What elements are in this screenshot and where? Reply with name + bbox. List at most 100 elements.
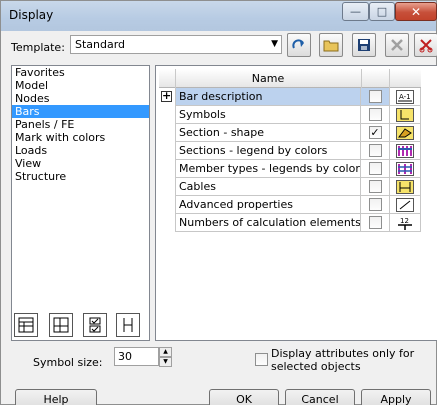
- checkbox-cell: ✓: [361, 124, 389, 142]
- cut-scissors-icon: [419, 39, 433, 53]
- cables-icon: [396, 179, 414, 194]
- checkbox-cell: [361, 142, 389, 160]
- template-value: Standard: [75, 38, 126, 51]
- cancel-button[interactable]: Cancel: [285, 389, 355, 405]
- svg-text:A-1: A-1: [399, 93, 411, 101]
- symbol-size-input[interactable]: 30: [114, 347, 159, 366]
- spin-down-icon[interactable]: ▼: [159, 357, 172, 367]
- apply-button[interactable]: Apply: [361, 389, 431, 405]
- row-label: Cables: [175, 178, 361, 196]
- icon-cell: [389, 196, 421, 214]
- category-favorites[interactable]: Favorites: [12, 66, 149, 79]
- checkbox-cell: [361, 88, 389, 106]
- checkbox-cell: [361, 160, 389, 178]
- template-dropdown[interactable]: Standard ▼: [70, 35, 282, 54]
- maximize-icon: □: [376, 5, 388, 18]
- open-folder-icon: [323, 40, 339, 52]
- redo-arrow-icon: [292, 39, 304, 49]
- expand-all-button[interactable]: [14, 313, 38, 337]
- row-checkbox[interactable]: [368, 216, 382, 229]
- row-checkbox[interactable]: [368, 198, 382, 211]
- title-bar[interactable]: Display — □ ✕: [1, 1, 437, 31]
- row-label: Sections - legend by colors: [175, 142, 361, 160]
- minimize-icon: —: [350, 5, 361, 18]
- maximize-button[interactable]: □: [369, 2, 395, 21]
- display-attrs-label: Display attributes only for selected obj…: [271, 347, 415, 373]
- close-button[interactable]: ✕: [395, 2, 437, 21]
- uncheck-all-icon: [123, 318, 133, 332]
- calc-element-numbers-icon: 12: [398, 217, 412, 230]
- checkbox-cell: [361, 106, 389, 124]
- row-checkbox[interactable]: ✓: [368, 126, 382, 139]
- redo-arrow-button[interactable]: [287, 33, 311, 57]
- cut-scissors-button[interactable]: [414, 33, 437, 57]
- icon-cell: [389, 178, 421, 196]
- help-button[interactable]: Help: [15, 389, 97, 405]
- grid-header: Name: [159, 69, 421, 88]
- display-dialog: Display — □ ✕ Template: Standard ▼ Favor…: [0, 0, 437, 405]
- collapse-all-button[interactable]: [49, 313, 73, 337]
- window-title: Display: [9, 8, 54, 22]
- icon-cell: [389, 106, 421, 124]
- symbol-size-label: Symbol size:: [33, 356, 103, 369]
- expand-all-icon: [18, 317, 34, 333]
- grid-row-section-shape[interactable]: Section - shape ✓: [159, 124, 421, 142]
- minimize-button[interactable]: —: [342, 2, 369, 21]
- category-list[interactable]: Favorites Model Nodes Bars Panels / FE M…: [11, 65, 150, 341]
- category-bars[interactable]: Bars: [12, 105, 149, 118]
- save-disk-button[interactable]: [352, 33, 376, 57]
- row-checkbox[interactable]: [368, 144, 382, 157]
- grid-row-symbols[interactable]: Symbols: [159, 106, 421, 124]
- spin-up-icon[interactable]: ▲: [159, 347, 172, 357]
- delete-x-icon: [391, 39, 403, 51]
- category-nodes[interactable]: Nodes: [12, 92, 149, 105]
- row-label: Bar description: [175, 88, 361, 106]
- row-checkbox[interactable]: [368, 90, 382, 103]
- section-shape-icon: [396, 125, 414, 140]
- grid-row-sections-legend[interactable]: Sections - legend by colors: [159, 142, 421, 160]
- icon-cell: [389, 124, 421, 142]
- grid-row-bar-description[interactable]: + Bar description A-1: [159, 88, 421, 106]
- category-panels-fe[interactable]: Panels / FE: [12, 118, 149, 131]
- grid-row-calc-element-numbers[interactable]: Numbers of calculation elements 12: [159, 214, 421, 232]
- property-grid: Name + Bar description A-1 Symbols Secti…: [155, 65, 437, 341]
- expand-plus-icon[interactable]: +: [161, 90, 172, 102]
- row-checkbox[interactable]: [368, 108, 382, 121]
- icon-cell: 12: [389, 214, 421, 232]
- check-all-icon: [89, 317, 101, 333]
- icon-cell: [389, 142, 421, 160]
- grid-row-cables[interactable]: Cables: [159, 178, 421, 196]
- open-folder-button[interactable]: [319, 33, 343, 57]
- uncheck-all-button[interactable]: [116, 313, 140, 337]
- row-label: Section - shape: [175, 124, 361, 142]
- grid-row-member-types-legend[interactable]: Member types - legends by colors: [159, 160, 421, 178]
- collapse-all-icon: [53, 317, 69, 333]
- svg-text:12: 12: [400, 217, 409, 225]
- template-label: Template:: [11, 41, 65, 54]
- category-loads[interactable]: Loads: [12, 144, 149, 157]
- delete-x-button[interactable]: [385, 33, 409, 57]
- row-checkbox[interactable]: [368, 180, 382, 193]
- row-label: Advanced properties: [175, 196, 361, 214]
- advanced-properties-icon: [396, 197, 414, 212]
- row-label: Numbers of calculation elements: [175, 214, 361, 232]
- name-column-header[interactable]: Name: [175, 72, 361, 85]
- row-label: Symbols: [175, 106, 361, 124]
- category-model[interactable]: Model: [12, 79, 149, 92]
- display-attrs-checkbox[interactable]: [255, 353, 268, 366]
- grid-row-advanced-properties[interactable]: Advanced properties: [159, 196, 421, 214]
- chevron-down-icon: ▼: [271, 39, 278, 49]
- ok-button[interactable]: OK: [209, 389, 279, 405]
- header-separator: [175, 69, 176, 88]
- category-structure[interactable]: Structure: [12, 170, 149, 183]
- check-all-button[interactable]: [83, 313, 107, 337]
- header-separator: [361, 69, 362, 88]
- row-label: Member types - legends by colors: [175, 160, 361, 178]
- category-mark-with-colors[interactable]: Mark with colors: [12, 131, 149, 144]
- checkbox-cell: [361, 214, 389, 232]
- sections-legend-icon: [396, 143, 414, 158]
- row-checkbox[interactable]: [368, 162, 382, 175]
- icon-cell: [389, 160, 421, 178]
- category-view[interactable]: View: [12, 157, 149, 170]
- icon-cell: A-1: [389, 88, 421, 106]
